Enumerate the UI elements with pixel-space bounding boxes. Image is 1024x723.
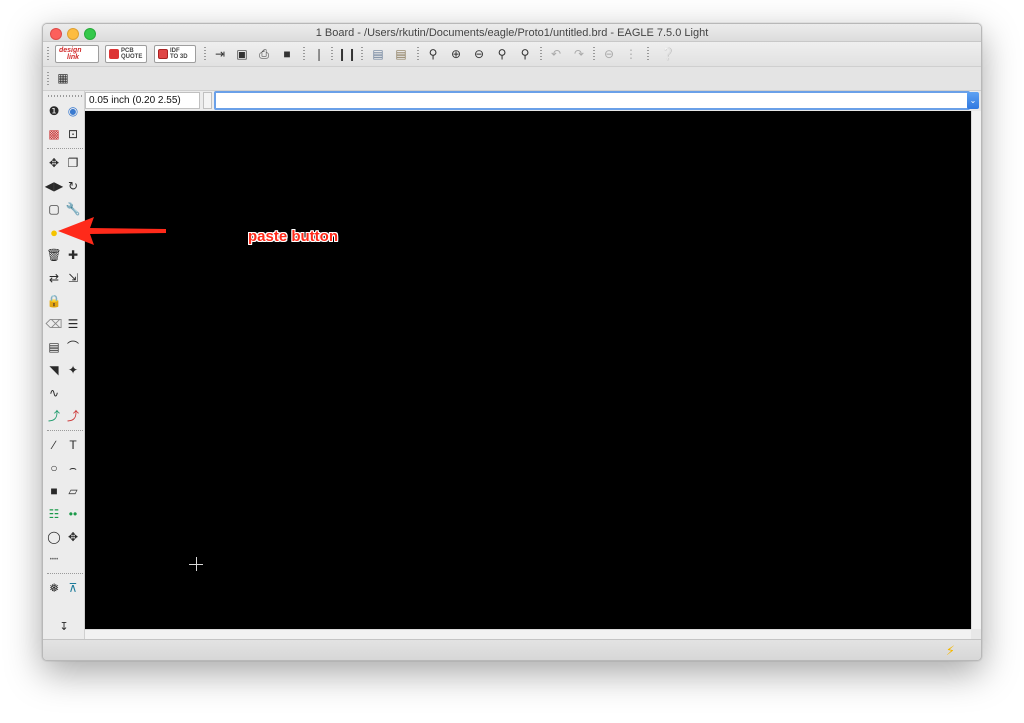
toolbar-grip[interactable]	[417, 47, 419, 61]
display-icon[interactable]: ▩	[46, 126, 62, 142]
design-link-bottom: link	[67, 54, 80, 61]
stop-icon[interactable]: ⊖	[601, 46, 617, 62]
go-icon[interactable]: ⋮	[623, 46, 639, 62]
annotation-arrow	[58, 217, 166, 245]
undo-icon[interactable]: ↶	[548, 46, 564, 62]
mirror-icon[interactable]: ◀▶	[45, 178, 63, 194]
window-title: 1 Board - /Users/rkutin/Documents/eagle/…	[315, 27, 709, 39]
help-icon[interactable]: ❔	[660, 46, 676, 62]
cursor-crosshair	[196, 557, 197, 571]
via-icon[interactable]: ☷	[46, 506, 62, 522]
split-icon[interactable]: ◥	[46, 362, 62, 378]
text-icon[interactable]: T	[65, 437, 81, 453]
ratsnest-icon[interactable]: ❅	[46, 580, 62, 596]
board-icon[interactable]: ▤	[393, 46, 409, 62]
toolbar-grip[interactable]	[593, 47, 595, 61]
toolbar-grip[interactable]	[204, 47, 206, 61]
toolbar-grip[interactable]	[48, 95, 82, 97]
toolbar-grip[interactable]	[331, 47, 333, 61]
parameter-toolbar: ▦	[43, 67, 981, 91]
dimension-icon[interactable]: ••••	[46, 552, 62, 568]
command-history-dropdown[interactable]: ⌄	[967, 92, 979, 109]
lock-move-icon[interactable]: ⇲	[65, 270, 81, 286]
schematic-icon[interactable]: ▤	[370, 46, 386, 62]
status-bar: ⚡	[43, 639, 981, 660]
idf-icon	[158, 49, 168, 59]
expand-toolbar-icon[interactable]: ↧	[56, 619, 72, 635]
toolbar-grip[interactable]	[47, 72, 49, 86]
command-toolbar: ❶ ◉ ▩ ⊡ ✥ ❐ ◀▶ ↻ ▢ 🔧 ● 🗑 ✚ ⇄ ⇲ 🔒 ⌫ ☰ ▤ ⌒…	[43, 91, 85, 639]
ulp-icon[interactable]: ❙❙	[337, 46, 357, 62]
title-bar: 1 Board - /Users/rkutin/Documents/eagle/…	[43, 24, 981, 42]
idf-bottom: TO 3D	[170, 54, 188, 60]
lock-icon[interactable]: 🔒	[46, 293, 62, 309]
rotate-icon[interactable]: ↻	[65, 178, 81, 194]
replace-icon[interactable]: ⇄	[46, 270, 62, 286]
move-icon[interactable]: ✥	[46, 155, 62, 171]
wire-icon[interactable]: ∕	[46, 437, 62, 453]
command-bar: 0.05 inch (0.20 2.55) ⌄	[85, 91, 979, 110]
toolbar-separator	[47, 148, 83, 149]
print-icon[interactable]: ⎙	[256, 46, 272, 62]
grid-icon[interactable]: ▦	[55, 70, 71, 86]
arc-icon[interactable]: ⌢	[65, 460, 81, 476]
coordinate-display: 0.05 inch (0.20 2.55)	[85, 92, 200, 109]
annotation-label: paste button	[248, 228, 338, 245]
autorouter-icon[interactable]: ⊼	[65, 580, 81, 596]
miter-icon[interactable]: ⌒	[65, 339, 81, 355]
polygon-icon[interactable]: ▱	[65, 483, 81, 499]
copy-icon[interactable]: ❐	[65, 155, 81, 171]
add-icon[interactable]: ✚	[65, 247, 81, 263]
vertical-scrollbar[interactable]	[971, 111, 981, 629]
main-toolbar: design link PCB QUOTE IDF TO 3D ⇥ ▣ ⎙ ■ …	[43, 42, 981, 67]
redo-icon[interactable]: ↷	[571, 46, 587, 62]
info-icon[interactable]: ❶	[46, 103, 62, 119]
script-icon[interactable]: ❘	[311, 46, 327, 62]
pcb-quote-bottom: QUOTE	[121, 54, 143, 60]
toolbar-grip[interactable]	[647, 47, 649, 61]
zoom-select-icon[interactable]: ⚲	[517, 46, 533, 62]
design-link-top: design	[59, 47, 82, 54]
ripup-icon[interactable]: ⤴	[65, 408, 81, 424]
lightning-icon[interactable]: ⚡	[946, 643, 955, 659]
toolbar-grip[interactable]	[47, 47, 49, 61]
name-icon[interactable]: ⌫	[46, 316, 63, 332]
toolbar-grip[interactable]	[303, 47, 305, 61]
save-icon[interactable]: ▣	[234, 46, 250, 62]
smash-icon[interactable]: ▤	[46, 339, 62, 355]
delete-icon[interactable]: 🗑	[46, 247, 62, 263]
toolbar-grip[interactable]	[361, 47, 363, 61]
route-icon[interactable]: ⤴	[46, 408, 62, 424]
pcb-quote-button[interactable]: PCB QUOTE	[105, 45, 147, 63]
optimize-icon[interactable]: ✦	[65, 362, 81, 378]
toolbar-separator	[47, 573, 83, 574]
value-icon[interactable]: ☰	[65, 316, 81, 332]
zoom-redraw-icon[interactable]: ⚲	[494, 46, 510, 62]
horizontal-scrollbar[interactable]	[85, 629, 971, 639]
zoom-to-fit-icon[interactable]: ⚲	[425, 46, 441, 62]
signal-icon[interactable]: ••	[65, 506, 81, 522]
rectangle-icon[interactable]: ■	[46, 483, 62, 499]
attribute-icon[interactable]: ✥	[65, 529, 81, 545]
idf-to-3d-button[interactable]: IDF TO 3D	[154, 45, 196, 63]
toolbar-grip[interactable]	[540, 47, 542, 61]
design-link-button[interactable]: design link	[55, 45, 99, 63]
coordinate-separator	[203, 92, 212, 109]
hole-icon[interactable]: ◯	[46, 529, 62, 545]
open-icon[interactable]: ⇥	[212, 46, 228, 62]
command-input[interactable]	[214, 91, 970, 110]
zoom-in-icon[interactable]: ⊕	[448, 46, 464, 62]
show-icon[interactable]: ◉	[65, 103, 81, 119]
toolbar-separator	[47, 430, 83, 431]
zoom-out-icon[interactable]: ⊖	[471, 46, 487, 62]
pcb-quote-icon	[109, 49, 119, 59]
app-window: 1 Board - /Users/rkutin/Documents/eagle/…	[42, 23, 982, 661]
mark-icon[interactable]: ⊡	[65, 126, 81, 142]
cam-processor-icon[interactable]: ■	[279, 46, 295, 62]
board-canvas[interactable]	[85, 111, 971, 629]
circle-icon[interactable]: ○	[46, 460, 62, 476]
meander-icon[interactable]: ∿	[46, 385, 62, 401]
